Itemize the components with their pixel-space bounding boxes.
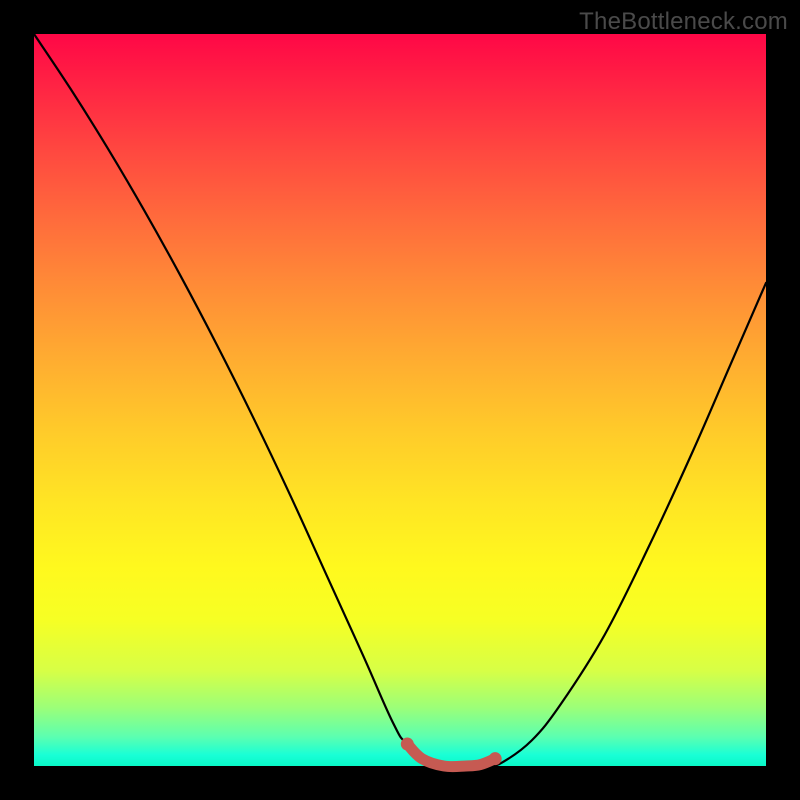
bottleneck-curve-path <box>34 34 766 766</box>
chart-frame: TheBottleneck.com <box>0 0 800 800</box>
highlight-start-dot <box>401 738 414 751</box>
plot-area <box>34 34 766 766</box>
highlight-end-dot <box>489 752 502 765</box>
highlight-bottom-path <box>407 744 495 767</box>
watermark-text: TheBottleneck.com <box>579 8 788 36</box>
curve-layer <box>34 34 766 766</box>
